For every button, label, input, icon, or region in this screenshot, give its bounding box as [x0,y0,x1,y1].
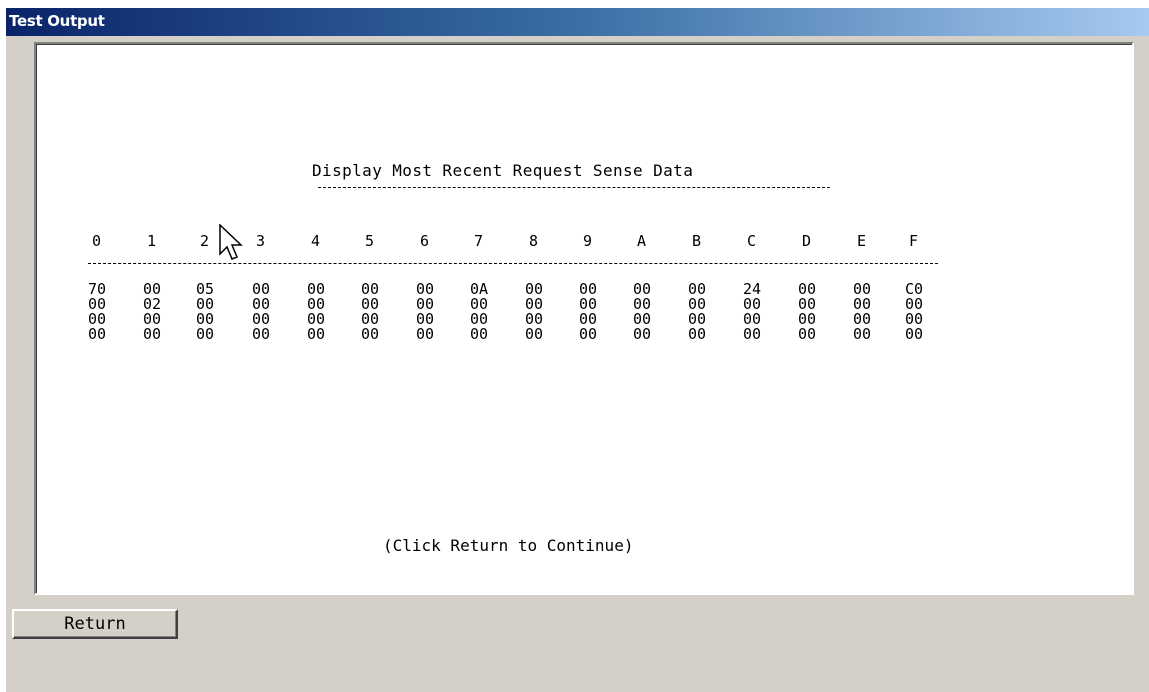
column-header: 5 [365,232,375,250]
panel-heading: Display Most Recent Request Sense Data [312,161,694,180]
data-cell: 00 [743,325,762,343]
window-title: Test Output [9,12,105,30]
column-header: D [802,232,812,250]
column-header: 9 [583,232,593,250]
heading-underline [318,187,830,188]
data-cell: 00 [853,325,872,343]
data-cell: 00 [688,325,707,343]
data-cell: 00 [798,325,817,343]
return-button[interactable]: Return [12,609,178,639]
column-header: 2 [200,232,210,250]
column-header: 7 [474,232,484,250]
column-header: F [909,232,919,250]
column-header: 3 [256,232,266,250]
data-cell: 00 [307,325,326,343]
column-header: 8 [529,232,539,250]
column-header: C [747,232,757,250]
data-cell: 00 [143,325,162,343]
data-cell: 00 [88,325,107,343]
data-cell: 00 [416,325,435,343]
data-cell: 00 [470,325,489,343]
column-header: E [857,232,867,250]
data-cell: 00 [525,325,544,343]
data-cell: 00 [252,325,271,343]
data-cell: 00 [905,325,924,343]
mouse-pointer-icon [219,224,243,260]
continue-instruction: (Click Return to Continue) [383,536,634,555]
table-divider [88,263,938,264]
test-output-window: Test Output Display Most Recent Request … [6,8,1149,692]
column-header: 1 [147,232,157,250]
column-header: A [637,232,647,250]
data-cell: 00 [196,325,215,343]
column-header: B [692,232,702,250]
column-header: 6 [420,232,430,250]
data-cell: 00 [361,325,380,343]
column-header: 4 [311,232,321,250]
data-cell: 00 [579,325,598,343]
title-bar: Test Output [6,8,1149,36]
data-cell: 00 [633,325,652,343]
column-header: 0 [92,232,102,250]
output-panel: Display Most Recent Request Sense Data 0… [34,42,1134,595]
